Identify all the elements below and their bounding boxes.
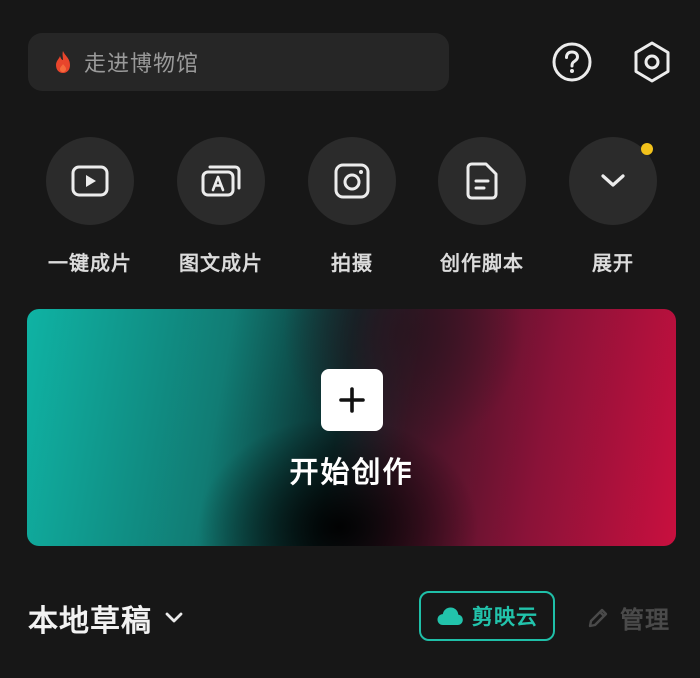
shortcut-text-to-video[interactable]: 图文成片 bbox=[156, 137, 286, 276]
search-placeholder: 走进博物馆 bbox=[84, 52, 200, 77]
shortcut-one-click-video[interactable]: 一键成片 bbox=[25, 137, 155, 276]
plus-button-box bbox=[321, 369, 383, 431]
shortcut-label: 一键成片 bbox=[48, 251, 132, 275]
pencil-icon bbox=[588, 608, 608, 627]
shortcut-circle bbox=[308, 137, 396, 225]
chevron-down-icon bbox=[164, 608, 184, 628]
shortcut-shoot[interactable]: 拍摄 bbox=[287, 137, 417, 276]
play-box-icon bbox=[71, 165, 109, 197]
settings-button[interactable] bbox=[630, 40, 674, 84]
search-bar[interactable]: 走进博物馆 bbox=[28, 33, 449, 91]
shortcut-label: 展开 bbox=[592, 251, 634, 275]
shortcut-script[interactable]: 创作脚本 bbox=[417, 137, 547, 276]
home-page: 走进博物馆 一键成片 图文成片 拍摄 创作脚本 展开 开始创作 本地草稿 剪映云… bbox=[0, 0, 700, 678]
document-icon bbox=[466, 162, 498, 200]
cloud-label: 剪映云 bbox=[472, 605, 538, 629]
manage-button[interactable]: 管理 bbox=[586, 600, 670, 635]
start-creation-label: 开始创作 bbox=[289, 455, 414, 489]
plus-icon bbox=[339, 387, 365, 413]
shortcut-label: 拍摄 bbox=[331, 251, 373, 275]
local-drafts-title: 本地草稿 bbox=[28, 604, 152, 639]
text-to-video-icon bbox=[201, 165, 241, 197]
manage-label: 管理 bbox=[620, 606, 670, 634]
help-button[interactable] bbox=[550, 40, 594, 84]
shortcut-circle bbox=[177, 137, 265, 225]
shortcut-label: 图文成片 bbox=[179, 251, 263, 275]
camera-icon bbox=[334, 163, 370, 199]
flame-icon bbox=[52, 50, 74, 74]
local-drafts-dropdown[interactable]: 本地草稿 bbox=[28, 596, 184, 640]
shortcut-circle bbox=[438, 137, 526, 225]
help-icon bbox=[552, 42, 592, 82]
notification-dot bbox=[641, 143, 653, 155]
shortcut-expand[interactable]: 展开 bbox=[548, 137, 678, 276]
settings-hexagon-icon bbox=[634, 41, 670, 83]
shortcut-label: 创作脚本 bbox=[440, 251, 524, 275]
shortcut-circle bbox=[569, 137, 657, 225]
start-creation-button[interactable]: 开始创作 bbox=[27, 309, 676, 546]
cloud-icon bbox=[437, 607, 463, 625]
shortcut-circle bbox=[46, 137, 134, 225]
cloud-storage-button[interactable]: 剪映云 bbox=[419, 591, 555, 641]
chevron-down-icon bbox=[601, 174, 625, 187]
